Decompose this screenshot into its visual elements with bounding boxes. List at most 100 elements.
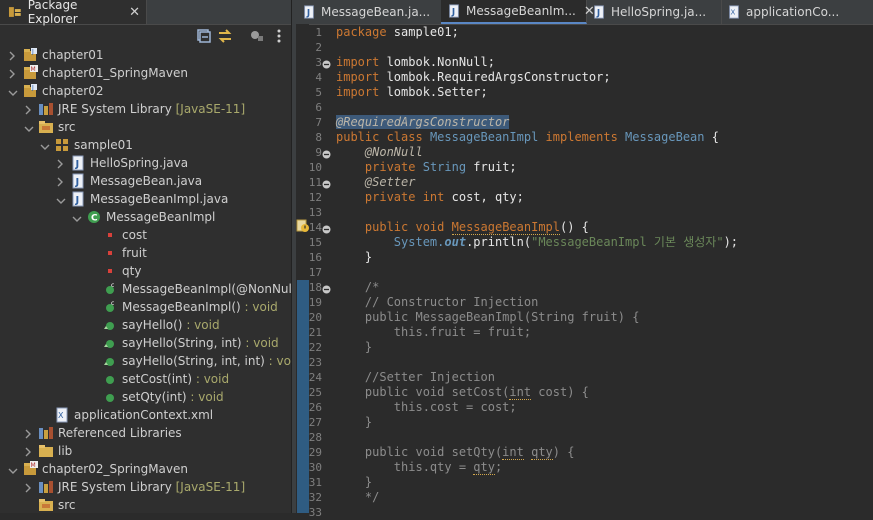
- tree-item-text: MessageBeanImpl(): [122, 300, 241, 314]
- tree-item-label: HelloSpring.java: [90, 156, 188, 170]
- editor-tab[interactable]: J MessageBeanIm... ✕: [441, 0, 595, 24]
- tree-item[interactable]: fruit: [0, 244, 291, 262]
- tree-item-return-type: : void: [182, 318, 220, 332]
- focus-on-active-task-button[interactable]: [249, 28, 265, 44]
- line-number: 26: [308, 401, 322, 414]
- tab-package-explorer[interactable]: Package Explorer ✕: [0, 0, 147, 26]
- tree-item[interactable]: Jchapter02: [0, 82, 291, 100]
- line-number: 28: [308, 431, 322, 444]
- tree-item-return-type: : void: [186, 390, 224, 404]
- chevron-right-icon[interactable]: [24, 482, 32, 493]
- chevron-down-icon[interactable]: [8, 464, 18, 474]
- private-field-icon: [102, 227, 118, 243]
- tree-item-label: lib: [58, 444, 72, 458]
- chevron-down-icon[interactable]: [72, 212, 82, 222]
- java-file-icon: J: [302, 5, 316, 19]
- tree-item[interactable]: J MessageBeanImpl.java: [0, 190, 291, 208]
- tree-item[interactable]: Mchapter01_SpringMaven: [0, 64, 291, 82]
- fold-collapse-icon[interactable]: [322, 178, 331, 189]
- line-number: 11: [308, 176, 322, 189]
- tree-item-label: src: [58, 120, 76, 134]
- tree-item[interactable]: lib: [0, 442, 291, 460]
- tree-item[interactable]: qty: [0, 262, 291, 280]
- chevron-right-icon[interactable]: [56, 176, 64, 187]
- code-line: 18 /*: [309, 280, 873, 295]
- tree-item-label: sample01: [74, 138, 133, 152]
- code-token: @Setter: [364, 175, 416, 189]
- code-token: {: [704, 130, 719, 144]
- tree-item[interactable]: Mchapter02_SpringMaven: [0, 460, 291, 478]
- tree-item[interactable]: sayHello(String, int) : void: [0, 334, 291, 352]
- code-editor[interactable]: 1 package sample01; 2 3 import lombok.NonNul…: [309, 24, 873, 519]
- code-line: 29 public void setQty(int qty) {: [309, 445, 873, 460]
- tree-item[interactable]: Referenced Libraries: [0, 424, 291, 442]
- code-line: 25 public void setCost(int cost) {: [309, 385, 873, 400]
- source-folder-icon: [38, 119, 54, 135]
- constructor-icon: c: [102, 281, 118, 297]
- editor-tab[interactable]: XapplicationCo...: [721, 0, 873, 24]
- code-token: }: [336, 415, 373, 429]
- code-token: int: [509, 385, 532, 400]
- view-menu-button[interactable]: [271, 28, 287, 44]
- tree-item[interactable]: JRE System Library [JavaSE-11]: [0, 478, 291, 496]
- tree-item[interactable]: sample01: [0, 136, 291, 154]
- tree-item[interactable]: src: [0, 496, 291, 514]
- code-token: qty: [473, 460, 495, 475]
- close-icon[interactable]: ✕: [129, 5, 140, 20]
- tree-item[interactable]: sayHello() : void: [0, 316, 291, 334]
- chevron-down-icon[interactable]: [8, 86, 18, 96]
- code-line: 22 }: [309, 340, 873, 355]
- chevron-right-icon[interactable]: [56, 158, 64, 169]
- chevron-down-icon[interactable]: [56, 194, 66, 204]
- chevron-right-icon[interactable]: [24, 428, 32, 439]
- tree-item[interactable]: XapplicationContext.xml: [0, 406, 291, 424]
- fold-collapse-icon[interactable]: [322, 58, 331, 69]
- fold-collapse-icon[interactable]: [322, 223, 331, 234]
- tree-item[interactable]: C MessageBeanImpl: [0, 208, 291, 226]
- svg-text:c: c: [111, 282, 114, 289]
- tree-item-label: MessageBean.java: [90, 174, 202, 188]
- editor-tab[interactable]: J MessageBean.ja...: [296, 0, 442, 24]
- code-token: () {: [560, 220, 589, 234]
- chevron-right-icon[interactable]: [8, 50, 16, 61]
- chevron-down-icon[interactable]: [24, 122, 34, 132]
- code-token: lombok.Setter;: [379, 85, 488, 99]
- chevron-right-icon[interactable]: [24, 104, 32, 115]
- tree-item[interactable]: src: [0, 118, 291, 136]
- line-number: 4: [315, 71, 322, 84]
- tree-item-text: qty: [122, 264, 142, 278]
- fold-collapse-icon[interactable]: [322, 148, 331, 159]
- tree-item[interactable]: Jchapter01: [0, 46, 291, 64]
- chevron-right-icon[interactable]: [24, 446, 32, 457]
- code-token: public void: [364, 220, 445, 234]
- code-line: 5 import lombok.Setter;: [315, 85, 873, 100]
- tree-item-text: cost: [122, 228, 147, 242]
- tree-item[interactable]: J HelloSpring.java: [0, 154, 291, 172]
- svg-text:J: J: [596, 9, 600, 19]
- code-line: 3 import lombok.NonNull;: [315, 55, 873, 70]
- tree-item-text: sayHello(): [122, 318, 183, 332]
- code-token: sample01;: [386, 25, 459, 39]
- tree-item[interactable]: cost: [0, 226, 291, 244]
- package-explorer-tabbar: Package Explorer ✕: [0, 0, 291, 26]
- tree-item-text: chapter02: [42, 84, 104, 98]
- editor-tab[interactable]: J HelloSpring.ja...: [586, 0, 722, 24]
- code-token: "MessageBeanImpl 기본 생성자": [531, 235, 724, 249]
- tree-item[interactable]: sayHello(String, int, int) : void: [0, 352, 302, 370]
- link-with-editor-button[interactable]: [217, 28, 233, 44]
- project-icon: J: [22, 47, 38, 63]
- tree-item[interactable]: setQty(int) : void: [0, 388, 291, 406]
- collapse-all-button[interactable]: [196, 28, 212, 44]
- tree-item[interactable]: J MessageBean.java: [0, 172, 291, 190]
- tree-item[interactable]: c MessageBeanImpl() : void: [0, 298, 291, 316]
- tree-item[interactable]: JRE System Library [JavaSE-11]: [0, 100, 291, 118]
- library-icon: [38, 479, 54, 495]
- chevron-down-icon[interactable]: [40, 140, 50, 150]
- tree-item[interactable]: setCost(int) : void: [0, 370, 291, 388]
- chevron-right-icon[interactable]: [8, 68, 16, 79]
- tree-item[interactable]: c MessageBeanImpl(@NonNull S: [0, 280, 307, 298]
- fold-collapse-icon[interactable]: [322, 283, 331, 294]
